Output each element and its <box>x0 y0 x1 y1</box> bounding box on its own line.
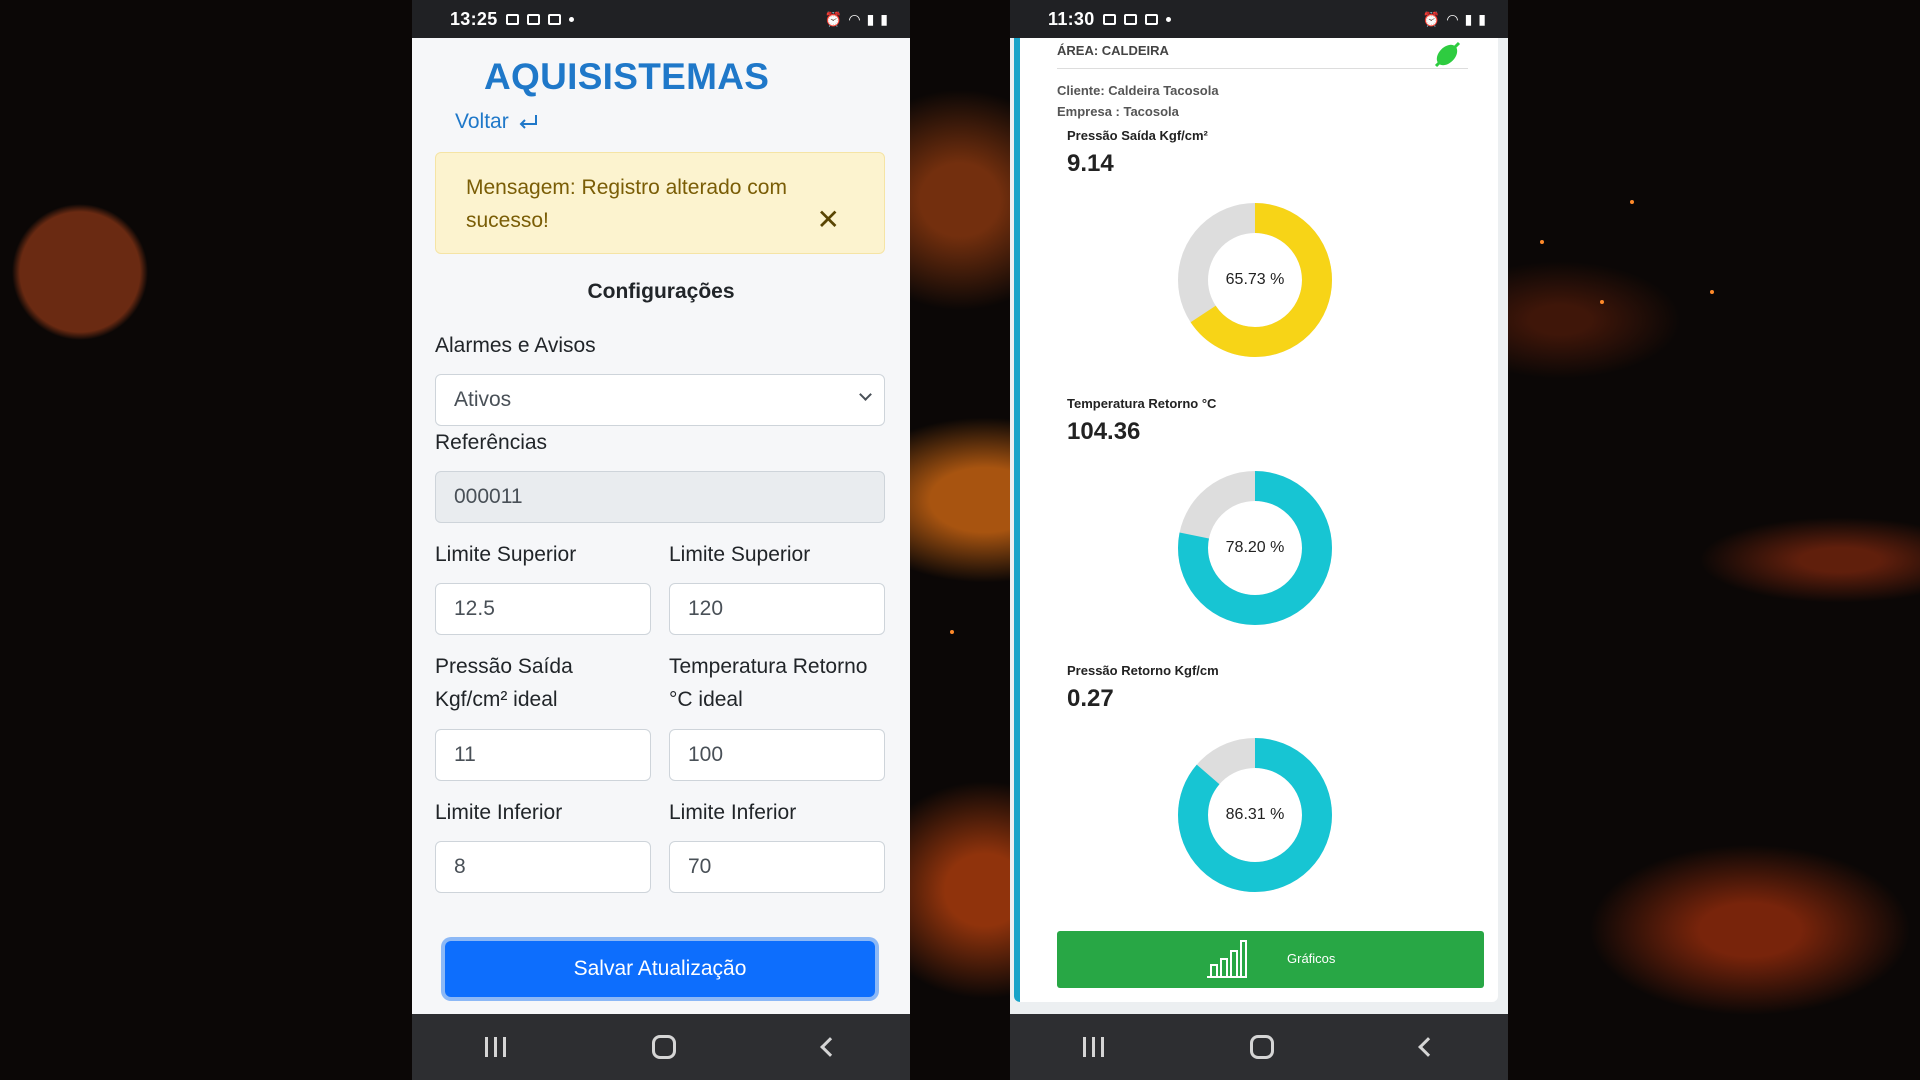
android-nav-bar <box>412 1014 910 1080</box>
gallery-icon <box>505 13 519 25</box>
status-time: 13:25 <box>450 8 498 29</box>
donut-percent-label: 78.20 % <box>1225 539 1285 556</box>
col1-limit-inf-label: Limite Inferior <box>435 801 563 824</box>
col2-limit-sup-label: Limite Superior <box>669 543 811 566</box>
alarms-label: Alarmes e Avisos <box>435 334 596 357</box>
metric-value: 0.27 <box>1067 685 1114 712</box>
col2-ideal-label-line2: °C ideal <box>669 688 743 711</box>
home-icon[interactable] <box>1250 1035 1275 1059</box>
back-icon[interactable] <box>819 1037 840 1057</box>
mail-icon <box>526 13 540 25</box>
back-link-label: Voltar <box>455 110 509 133</box>
chevron-down-icon <box>859 388 872 401</box>
col2-limit-inf-input[interactable]: 70 <box>669 841 885 893</box>
col1-ideal-label-line1: Pressão Saída <box>435 655 573 678</box>
gallery-icon <box>1102 13 1116 25</box>
alarm-icon: ⏰ <box>1422 10 1441 27</box>
company-text: Empresa : Tacosola <box>1057 104 1179 119</box>
brand-title: AQUISISTEMAS <box>484 56 770 97</box>
client-text: Cliente: Caldeira Tacosola <box>1057 83 1219 98</box>
metric-label: Pressão Retorno Kgf/cm <box>1067 663 1219 678</box>
dashboard-page: ÁREA: CALDEIRA Cliente: Caldeira Tacosol… <box>1010 38 1508 1014</box>
recent-apps-icon[interactable] <box>485 1037 507 1057</box>
spark <box>1540 240 1544 244</box>
battery-icon: ▮ <box>880 10 888 27</box>
status-time: 11:30 <box>1048 8 1095 29</box>
metric-label: Temperatura Retorno °C <box>1067 396 1217 411</box>
spark <box>950 630 954 634</box>
col1-ideal-label-line2: Kgf/cm² ideal <box>435 688 558 711</box>
status-bar: 13:25 ⏰ ◠ ▮ ▮ <box>412 0 910 38</box>
col2-limit-inf-value: 70 <box>688 855 712 878</box>
col1-ideal-value: 11 <box>454 743 476 766</box>
col2-limit-inf-label: Limite Inferior <box>669 801 797 824</box>
alert-message: Mensagem: Registro alterado com sucesso! <box>466 176 787 232</box>
col2-limit-sup-input[interactable]: 120 <box>669 583 885 635</box>
spark <box>1710 290 1714 294</box>
metric-value: 9.14 <box>1067 150 1114 177</box>
back-icon[interactable] <box>1417 1037 1438 1057</box>
left-phone-screen: 13:25 ⏰ ◠ ▮ ▮ AQUISISTEMAS Voltar Mensag… <box>412 0 910 1080</box>
col2-ideal-value: 100 <box>688 743 724 766</box>
col2-ideal-label: Temperatura Retorno °C ideal <box>669 650 867 716</box>
spark <box>1630 200 1634 204</box>
col1-limit-inf-value: 8 <box>454 855 466 878</box>
references-field: 000011 <box>435 471 885 523</box>
status-bar: 11:30 ⏰ ◠ ▮ ▮ <box>1010 0 1508 38</box>
boiler-card: ÁREA: CALDEIRA Cliente: Caldeira Tacosol… <box>1014 38 1498 1002</box>
references-label: Referências <box>435 431 548 454</box>
signal-icon: ▮ <box>866 10 875 27</box>
mail-icon <box>1144 13 1158 25</box>
return-arrow-icon <box>519 115 537 129</box>
alarms-select-value: Ativos <box>454 388 512 411</box>
home-icon[interactable] <box>652 1035 677 1059</box>
donut-percent-label: 86.31 % <box>1225 806 1285 823</box>
divider <box>1057 68 1468 69</box>
col1-limit-inf-input[interactable]: 8 <box>435 841 651 893</box>
metric-label: Pressão Saída Kgf/cm² <box>1067 128 1208 143</box>
col1-limit-sup-input[interactable]: 12.5 <box>435 583 651 635</box>
battery-icon: ▮ <box>1478 10 1486 27</box>
spark <box>1600 300 1604 304</box>
back-link[interactable]: Voltar <box>455 110 539 134</box>
section-title: Configurações <box>587 280 735 303</box>
alarm-icon: ⏰ <box>824 10 843 27</box>
col1-ideal-input[interactable]: 11 <box>435 729 651 781</box>
wifi-icon: ◠ <box>848 10 861 27</box>
graphs-button-label: Gráficos <box>1287 951 1336 966</box>
col2-limit-sup-value: 120 <box>688 597 724 620</box>
signal-icon: ▮ <box>1464 10 1473 27</box>
references-value: 000011 <box>454 485 523 508</box>
config-page: AQUISISTEMAS Voltar Mensagem: Registro a… <box>412 38 910 1014</box>
alarms-select[interactable]: Ativos <box>435 374 885 426</box>
donut-percent-label: 65.73 % <box>1225 271 1285 288</box>
instagram-icon <box>1123 13 1137 25</box>
col1-ideal-label: Pressão Saída Kgf/cm² ideal <box>435 650 573 716</box>
bar-chart-icon <box>1207 940 1247 978</box>
col2-ideal-input[interactable]: 100 <box>669 729 885 781</box>
col1-limit-sup-value: 12.5 <box>454 597 495 620</box>
notification-dot-icon <box>568 16 574 22</box>
save-button[interactable]: Salvar Atualização <box>445 941 875 997</box>
android-nav-bar <box>1010 1014 1508 1080</box>
wifi-icon: ◠ <box>1446 10 1459 27</box>
close-icon[interactable]: ✕ <box>817 206 840 234</box>
right-phone-screen: 11:30 ⏰ ◠ ▮ ▮ ÁREA: CALDEIRA Cliente: Ca… <box>1010 0 1508 1080</box>
success-alert: Mensagem: Registro alterado com sucesso!… <box>435 152 885 254</box>
graphs-button[interactable]: Gráficos <box>1057 931 1484 988</box>
fire-background <box>0 0 1920 1080</box>
col2-ideal-label-line1: Temperatura Retorno <box>669 655 868 678</box>
area-title: ÁREA: CALDEIRA <box>1057 43 1169 58</box>
metric-value: 104.36 <box>1067 418 1141 445</box>
instagram-icon <box>547 13 561 25</box>
plug-icon <box>1434 41 1461 68</box>
notification-dot-icon <box>1165 16 1171 22</box>
recent-apps-icon[interactable] <box>1083 1037 1105 1057</box>
col1-limit-sup-label: Limite Superior <box>435 543 577 566</box>
